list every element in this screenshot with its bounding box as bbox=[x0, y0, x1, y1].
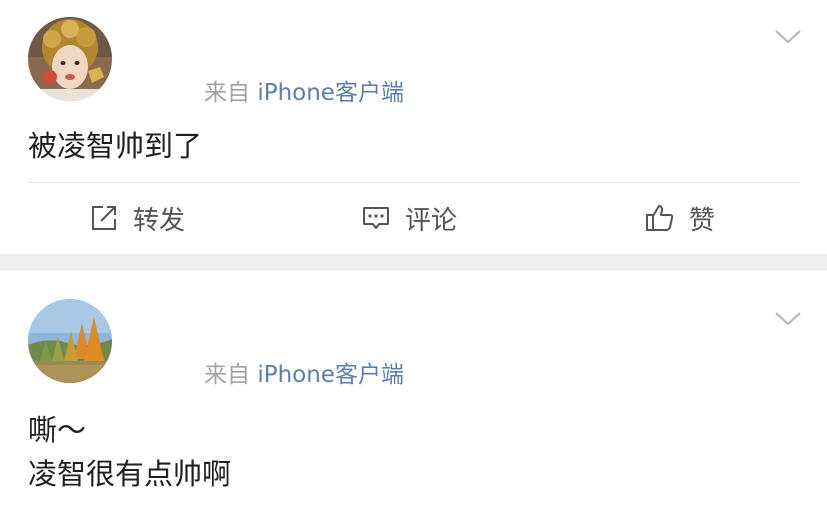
source-prefix: 来自 bbox=[204, 362, 258, 388]
source-prefix: 来自 bbox=[204, 80, 258, 106]
post-source: 来自 iPhone客户端 bbox=[204, 73, 404, 107]
avatar[interactable] bbox=[28, 299, 112, 383]
feed-post: 来自 iPhone客户端 嘶～ 凌智很有点帅啊 bbox=[0, 271, 827, 508]
action-bar: 转发 评论 赞 bbox=[0, 183, 827, 253]
chevron-down-icon[interactable] bbox=[775, 30, 801, 44]
comment-label: 评论 bbox=[405, 205, 458, 236]
comment-button[interactable]: 评论 bbox=[361, 183, 457, 253]
repost-icon bbox=[92, 206, 116, 230]
post-text-line: 嘶～ bbox=[28, 413, 87, 447]
like-button[interactable]: 赞 bbox=[645, 183, 715, 253]
comment-icon bbox=[363, 207, 389, 229]
avatar[interactable] bbox=[28, 17, 112, 101]
feed-post: 来自 iPhone客户端 被凌智帅到了 转发 评论 赞 bbox=[0, 0, 827, 254]
post-text-line: 被凌智帅到了 bbox=[28, 129, 203, 163]
post-source: 来自 iPhone客户端 bbox=[204, 355, 404, 389]
post-content: 被凌智帅到了 bbox=[28, 124, 202, 168]
avatar-girl-photo bbox=[28, 17, 112, 101]
avatar-autumn-trees-photo bbox=[28, 299, 112, 383]
like-label: 赞 bbox=[689, 205, 716, 236]
post-separator bbox=[0, 254, 827, 271]
source-client-link[interactable]: iPhone客户端 bbox=[257, 362, 404, 388]
thumbs-up-icon bbox=[646, 205, 674, 231]
repost-label: 转发 bbox=[133, 205, 186, 236]
post-text-line: 凌智很有点帅啊 bbox=[28, 457, 232, 491]
chevron-down-icon[interactable] bbox=[775, 312, 801, 326]
repost-button[interactable]: 转发 bbox=[89, 183, 185, 253]
post-content: 嘶～ 凌智很有点帅啊 bbox=[28, 408, 231, 496]
source-client-link[interactable]: iPhone客户端 bbox=[257, 80, 404, 106]
